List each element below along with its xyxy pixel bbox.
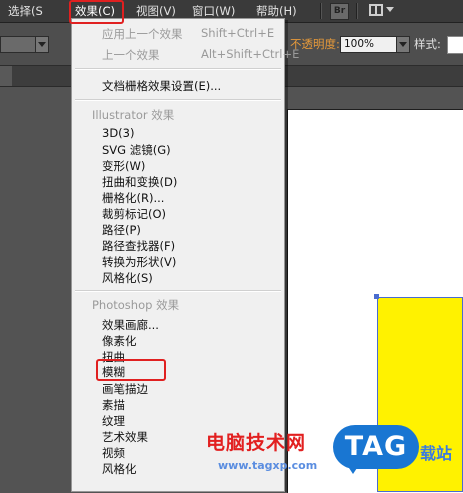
highlight-blur-item	[96, 359, 166, 381]
style-label: 样式:	[414, 37, 441, 51]
menu-item-distort-transform[interactable]: 扭曲和变换(D)	[102, 174, 177, 190]
menu-item-label: 上一个效果	[102, 48, 160, 62]
stroke-field[interactable]	[0, 36, 36, 53]
menu-item-svg-filters[interactable]: SVG 滤镜(G)	[102, 142, 171, 158]
menu-item-rasterize[interactable]: 栅格化(R)...	[102, 190, 164, 206]
watermark-site-name: 电脑技术网	[206, 432, 307, 454]
menu-select[interactable]: 选择(S	[4, 0, 47, 22]
menu-separator	[320, 3, 322, 19]
menu-item-stylize-illustrator[interactable]: 风格化(S)	[102, 270, 153, 286]
menu-item-warp[interactable]: 变形(W)	[102, 158, 145, 174]
watermark-side-text: 载站	[420, 444, 453, 463]
effect-menu: 应用上一个效果 Shift+Ctrl+E 上一个效果 Alt+Shift+Ctr…	[71, 18, 299, 492]
menu-item-apply-last-effect: 应用上一个效果 Shift+Ctrl+E	[102, 26, 274, 42]
opacity-dropdown[interactable]	[396, 36, 410, 53]
menu-item-convert-to-shape[interactable]: 转换为形状(V)	[102, 254, 176, 270]
menu-divider	[75, 68, 281, 70]
menu-item-stylize-photoshop[interactable]: 风格化	[102, 461, 137, 477]
tag-logo-tail	[345, 462, 361, 474]
menu-divider	[75, 99, 281, 101]
menu-item-last-effect: 上一个效果 Alt+Shift+Ctrl+E	[102, 47, 299, 63]
menu-item-crop-marks[interactable]: 裁剪标记(O)	[102, 206, 166, 222]
menu-item-pathfinder[interactable]: 路径查找器(F)	[102, 238, 175, 254]
menu-separator	[356, 3, 358, 19]
menu-item-path[interactable]: 路径(P)	[102, 222, 141, 238]
stroke-dropdown[interactable]	[35, 36, 49, 53]
opacity-input[interactable]: 100%	[340, 36, 399, 53]
menu-item-sketch[interactable]: 素描	[102, 397, 125, 413]
highlight-effect-menu	[69, 0, 124, 24]
menu-item-artistic[interactable]: 艺术效果	[102, 429, 148, 445]
menu-item-effect-gallery[interactable]: 效果画廊...	[102, 317, 159, 333]
menu-item-texture[interactable]: 纹理	[102, 413, 125, 429]
menu-divider	[75, 290, 281, 292]
shortcut-label: Alt+Shift+Ctrl+E	[201, 47, 300, 61]
selection-handle[interactable]	[374, 294, 379, 299]
chevron-down-icon[interactable]	[386, 7, 394, 12]
workspace-switcher-icon[interactable]	[369, 4, 383, 16]
menu-item-3d[interactable]: 3D(3)	[102, 126, 134, 140]
menu-item-video[interactable]: 视频	[102, 445, 125, 461]
graphic-style-swatch[interactable]	[447, 36, 463, 54]
watermark-url: www.tagxp.com	[218, 459, 318, 472]
shortcut-label: Shift+Ctrl+E	[201, 26, 275, 40]
bridge-button[interactable]: Br	[330, 3, 349, 20]
photoshop-effects-heading: Photoshop 效果	[92, 298, 180, 312]
menu-item-label: 应用上一个效果	[102, 27, 183, 41]
menu-item-document-raster-settings[interactable]: 文档栅格效果设置(E)...	[102, 78, 221, 94]
illustrator-effects-heading: Illustrator 效果	[92, 108, 175, 122]
menu-item-pixelate[interactable]: 像素化	[102, 333, 137, 349]
document-tab[interactable]	[0, 66, 12, 86]
menu-item-brush-strokes[interactable]: 画笔描边	[102, 381, 148, 397]
